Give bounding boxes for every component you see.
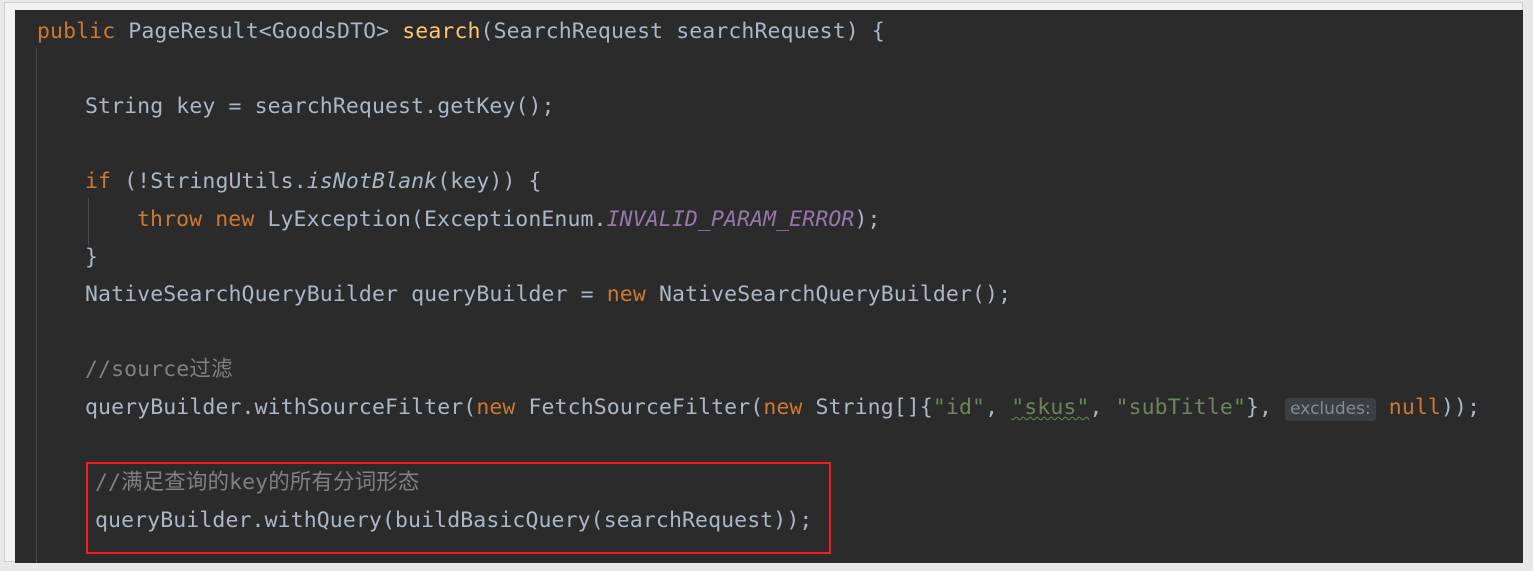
code-line-13[interactable]: //满足查询的key的所有分词形态 <box>95 471 419 495</box>
code-line-5[interactable]: if (!StringUtils.isNotBlank(key)) { <box>85 170 542 194</box>
generic-type: GoodsDTO <box>271 19 377 44</box>
semicolon: ; <box>799 508 813 533</box>
return-type: PageResult <box>115 19 259 44</box>
fetchsourcefilter-constructor: FetchSourceFilter( <box>515 395 764 420</box>
string-literal-skus: "skus" <box>1011 395 1090 420</box>
code-line-14[interactable]: queryBuilder.withQuery(buildBasicQuery(s… <box>95 509 812 533</box>
keyword-throw-new: throw new <box>137 207 255 232</box>
comment-source-filter: //source过滤 <box>85 357 233 382</box>
method-name-search[interactable]: search <box>402 19 480 44</box>
enum-constant-invalid-param-error[interactable]: INVALID_PARAM_ERROR <box>607 207 855 232</box>
code-line-8[interactable]: NativeSearchQueryBuilder queryBuilder = … <box>85 283 1011 307</box>
array-separator-1: , <box>985 395 1012 420</box>
code-editor-pane[interactable]: public PageResult<GoodsDTO> search(Searc… <box>15 10 1523 563</box>
paren-close-brace: ) { <box>845 19 885 44</box>
inlay-hint-excludes: excludes: <box>1285 398 1376 421</box>
closing-brace: } <box>85 245 99 270</box>
exception-constructor: LyException(ExceptionEnum. <box>254 207 607 232</box>
keyword-new: new <box>606 282 646 307</box>
keyword-new-2: new <box>763 395 803 420</box>
statement-string-key: String key = searchRequest.getKey() <box>85 94 542 119</box>
array-close: }, <box>1246 395 1286 420</box>
method-parameters: SearchRequest searchRequest <box>493 19 846 44</box>
string-literal-subtitle: "subTitle" <box>1115 395 1246 420</box>
keyword-null: null <box>1375 395 1441 420</box>
generic-open: < <box>258 19 272 44</box>
window-frame: public PageResult<GoodsDTO> search(Searc… <box>4 2 1523 563</box>
keyword-public: public <box>37 19 116 44</box>
code-line-1[interactable]: public PageResult<GoodsDTO> search(Searc… <box>37 20 885 44</box>
keyword-new-1: new <box>476 395 516 420</box>
semicolon: ; <box>541 94 555 119</box>
code-line-10[interactable]: //source过滤 <box>85 358 233 382</box>
paren-open: ( <box>480 19 494 44</box>
withsourcefilter-call: queryBuilder.withSourceFilter( <box>85 395 477 420</box>
throw-tail: ); <box>854 207 881 232</box>
line-11-tail: )); <box>1440 395 1481 420</box>
querybuilder-constructor: NativeSearchQueryBuilder() <box>645 282 999 307</box>
code-line-11[interactable]: queryBuilder.withSourceFilter(new FetchS… <box>85 396 1480 421</box>
code-text-area[interactable]: public PageResult<GoodsDTO> search(Searc… <box>15 10 1523 563</box>
comment-key-segmentation: //满足查询的key的所有分词形态 <box>95 470 420 495</box>
code-line-7[interactable]: } <box>85 246 98 270</box>
code-line-6[interactable]: throw new LyException(ExceptionEnum.INVA… <box>137 208 881 232</box>
keyword-if: if <box>85 169 112 194</box>
method-call-isnotblank[interactable]: isNotBlank <box>307 169 437 194</box>
generic-close: > <box>376 19 403 44</box>
string-array-open: String[]{ <box>802 395 933 420</box>
semicolon: ; <box>998 282 1012 307</box>
screenshot-root: public PageResult<GoodsDTO> search(Searc… <box>0 0 1533 571</box>
if-condition-suffix: (key)) { <box>437 169 542 194</box>
array-separator-2: , <box>1089 395 1116 420</box>
if-condition-prefix: (!StringUtils. <box>111 169 307 194</box>
code-line-3[interactable]: String key = searchRequest.getKey(); <box>85 95 555 119</box>
querybuilder-declaration: NativeSearchQueryBuilder queryBuilder = <box>85 282 607 307</box>
withquery-call: queryBuilder.withQuery(buildBasicQuery(s… <box>95 508 800 533</box>
string-literal-id: "id" <box>932 395 986 420</box>
